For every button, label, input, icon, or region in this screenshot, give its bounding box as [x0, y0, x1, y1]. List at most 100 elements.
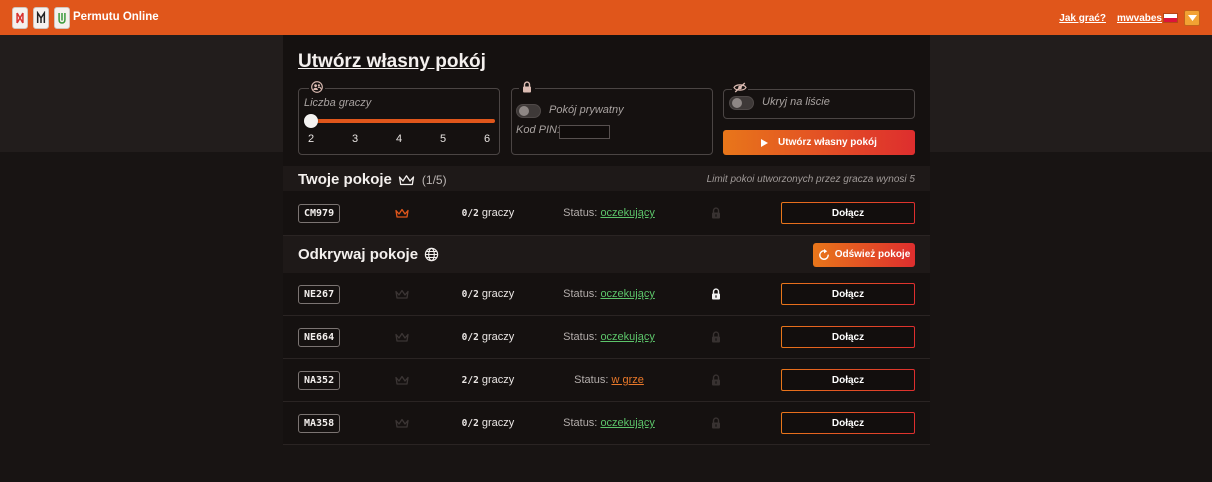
create-room-title: Utwórz własny pokój	[298, 51, 486, 72]
room-join-cell: Dołącz	[746, 326, 915, 348]
my-rooms-count: (1/5)	[421, 172, 447, 187]
room-row: CM979 0/2 graczy Status: oczekujący Dołącz	[283, 191, 930, 236]
slider-tick-label: 4	[395, 133, 403, 145]
refresh-icon	[818, 248, 829, 260]
room-code-cell: NE267	[298, 284, 360, 304]
lock-icon	[711, 417, 721, 429]
room-code: CM979	[298, 204, 341, 223]
join-button[interactable]: Dołącz	[781, 326, 915, 348]
join-button[interactable]: Dołącz	[781, 283, 915, 305]
room-owner-cell	[360, 208, 444, 218]
room-join-cell: Dołącz	[746, 369, 915, 391]
crown-icon	[395, 208, 409, 218]
room-players: 0/2 graczy	[444, 331, 532, 343]
players-count: 0/2	[461, 417, 479, 429]
lock-icon	[711, 374, 721, 386]
pin-input[interactable]	[559, 125, 610, 139]
status-label: Status:	[563, 417, 598, 429]
pin-label: Kod PIN:	[516, 124, 561, 136]
app-title[interactable]: Permutu Online	[73, 10, 159, 25]
room-code: NA352	[298, 371, 341, 390]
room-code-cell: NA352	[298, 370, 360, 390]
tile-dark-glyph-icon	[33, 7, 49, 29]
room-players: 2/2 graczy	[444, 374, 532, 386]
room-join-cell: Dołącz	[746, 283, 915, 305]
private-room-toggle[interactable]	[516, 104, 541, 118]
how-to-play-link[interactable]: Jak grać?	[1059, 13, 1106, 24]
status-label: Status:	[563, 288, 598, 300]
hide-from-list-box: Ukryj na liście	[723, 89, 915, 119]
players-label: graczy	[481, 207, 515, 219]
refresh-rooms-button[interactable]: Odśwież pokoje	[813, 242, 915, 267]
room-lock-cell	[686, 374, 746, 386]
room-players: 0/2 graczy	[444, 288, 532, 300]
discover-rooms-title: Odkrywaj pokoje	[298, 245, 419, 263]
players-count: 0/2	[461, 331, 479, 343]
tile-green-glyph-icon	[54, 7, 70, 29]
status-label: Status:	[574, 374, 609, 386]
players-label: graczy	[481, 288, 515, 300]
status-value[interactable]: oczekujący	[600, 288, 654, 300]
room-row: NE664 0/2 graczy Status: oczekujący Dołącz	[283, 316, 930, 359]
slider-tick-label: 5	[439, 133, 447, 145]
status-value[interactable]: oczekujący	[600, 331, 654, 343]
crown-icon	[395, 289, 409, 299]
top-bar: Permutu Online Jak grać? mwvabes	[0, 0, 1212, 35]
players-count: 2/2	[461, 374, 479, 386]
logo[interactable]	[12, 7, 70, 29]
eye-slash-icon	[732, 81, 748, 93]
players-slider-handle[interactable]	[304, 114, 318, 128]
room-row: NE267 0/2 graczy Status: oczekujący Dołącz	[283, 273, 930, 316]
players-count-box: Liczba graczy 2 3 4 5 6	[298, 88, 500, 155]
players-count: 0/2	[461, 207, 479, 219]
my-rooms-header: Twoje pokoje (1/5) Limit pokoi utworzony…	[283, 166, 930, 191]
users-icon	[309, 81, 325, 93]
room-players: 0/2 graczy	[444, 417, 532, 429]
lock-icon	[711, 288, 721, 300]
globe-icon	[424, 247, 439, 262]
crown-icon	[395, 418, 409, 428]
room-status: Status: oczekujący	[532, 288, 686, 300]
room-join-cell: Dołącz	[746, 412, 915, 434]
crown-icon	[395, 375, 409, 385]
room-owner-cell	[360, 332, 444, 342]
join-button[interactable]: Dołącz	[781, 202, 915, 224]
room-code-cell: MA358	[298, 413, 360, 433]
flag-pl-icon[interactable]	[1163, 13, 1178, 23]
room-status: Status: oczekujący	[532, 331, 686, 343]
status-value[interactable]: oczekujący	[600, 207, 654, 219]
toggle-knob	[732, 98, 742, 108]
create-room-button[interactable]: Utwórz własny pokój	[723, 130, 915, 155]
join-button[interactable]: Dołącz	[781, 412, 915, 434]
toggle-knob	[519, 106, 529, 116]
slider-tick-label: 6	[483, 133, 491, 145]
players-label: graczy	[481, 374, 515, 386]
players-slider-track[interactable]	[311, 119, 495, 123]
create-room-section: Utwórz własny pokój Liczba graczy 2 3 4 …	[283, 35, 930, 166]
room-lock-cell	[686, 331, 746, 343]
triangle-down-icon	[1187, 15, 1197, 21]
menu-toggle-button[interactable]	[1184, 10, 1200, 26]
create-room-button-label: Utwórz własny pokój	[778, 137, 877, 148]
status-label: Status:	[563, 331, 598, 343]
play-icon	[761, 138, 769, 147]
room-lock-cell	[686, 207, 746, 219]
status-label: Status:	[563, 207, 598, 219]
private-room-label: Pokój prywatny	[549, 104, 624, 116]
status-value[interactable]: oczekujący	[600, 417, 654, 429]
slider-tick-label: 2	[307, 133, 315, 145]
rooms-panel: Utwórz własny pokój Liczba graczy 2 3 4 …	[283, 35, 930, 445]
join-button[interactable]: Dołącz	[781, 369, 915, 391]
discover-rooms-list: NE267 0/2 graczy Status: oczekujący Dołącz N…	[283, 273, 930, 445]
username-link[interactable]: mwvabes	[1117, 13, 1162, 24]
room-code: NE664	[298, 328, 341, 347]
status-value[interactable]: w grze	[611, 374, 643, 386]
lock-icon	[711, 207, 721, 219]
lock-icon	[519, 81, 535, 93]
room-owner-cell	[360, 289, 444, 299]
discover-rooms-header: Odkrywaj pokoje Odśwież pokoje	[283, 236, 930, 273]
hide-from-list-toggle[interactable]	[729, 96, 754, 110]
room-code: NE267	[298, 285, 341, 304]
room-status: Status: oczekujący	[532, 207, 686, 219]
tile-red-glyph-icon	[12, 7, 28, 29]
